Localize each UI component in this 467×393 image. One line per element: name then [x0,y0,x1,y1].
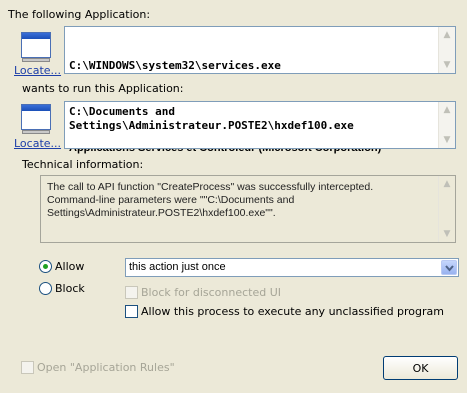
technical-info-label: Technical information: [22,158,144,171]
chevron-down-icon[interactable] [441,260,457,275]
allow-label[interactable]: Allow [55,260,84,273]
open-rules-checkbox[interactable] [21,361,34,374]
scroll-down-icon[interactable]: ▼ [439,57,455,73]
technical-info-scrollbar[interactable]: ▲ ▼ [438,176,455,242]
wants-to-run-label: wants to run this Application: [22,82,184,95]
target-app-field[interactable]: C:\Documents and Settings\Administrateur… [64,101,456,149]
source-app-path: C:\WINDOWS\system32\services.exe [69,59,281,72]
target-app-scrollbar[interactable]: ▲ ▼ [438,102,455,148]
block-disconnected-checkbox[interactable] [125,286,138,299]
scroll-down-icon[interactable]: ▼ [439,132,455,148]
block-disconnected-label: Block for disconnected UI [141,286,282,299]
allow-unclassified-checkbox[interactable] [125,305,138,318]
action-duration-select[interactable]: this action just once [125,258,459,277]
open-rules-label: Open "Application Rules" [37,361,175,374]
ok-button[interactable]: OK [383,356,458,380]
target-app-icon [21,104,51,134]
technical-info-text: The call to API function "CreateProcess"… [47,181,374,219]
scroll-up-icon[interactable]: ▲ [439,102,455,118]
block-label[interactable]: Block [55,282,85,295]
source-app-icon [21,32,51,62]
locate-source-link[interactable]: Locate... [14,64,61,77]
source-app-scrollbar[interactable]: ▲ ▼ [438,27,455,73]
source-app-field[interactable]: C:\WINDOWS\system32\services.exe Applica… [64,26,456,154]
allow-radio[interactable] [39,260,52,273]
scroll-up-icon[interactable]: ▲ [439,176,455,192]
block-radio[interactable] [39,282,52,295]
following-application-label: The following Application: [8,8,151,21]
radio-selected-dot [43,264,48,269]
ok-button-label: OK [412,362,429,375]
action-duration-value: this action just once [129,261,226,273]
locate-target-link[interactable]: Locate... [14,137,61,150]
scroll-down-icon[interactable]: ▼ [439,226,455,242]
scroll-up-icon[interactable]: ▲ [439,27,455,43]
allow-unclassified-label[interactable]: Allow this process to execute any unclas… [141,305,444,318]
technical-info-box[interactable]: The call to API function "CreateProcess"… [40,175,456,243]
target-app-path: C:\Documents and Settings\Administrateur… [69,105,354,132]
